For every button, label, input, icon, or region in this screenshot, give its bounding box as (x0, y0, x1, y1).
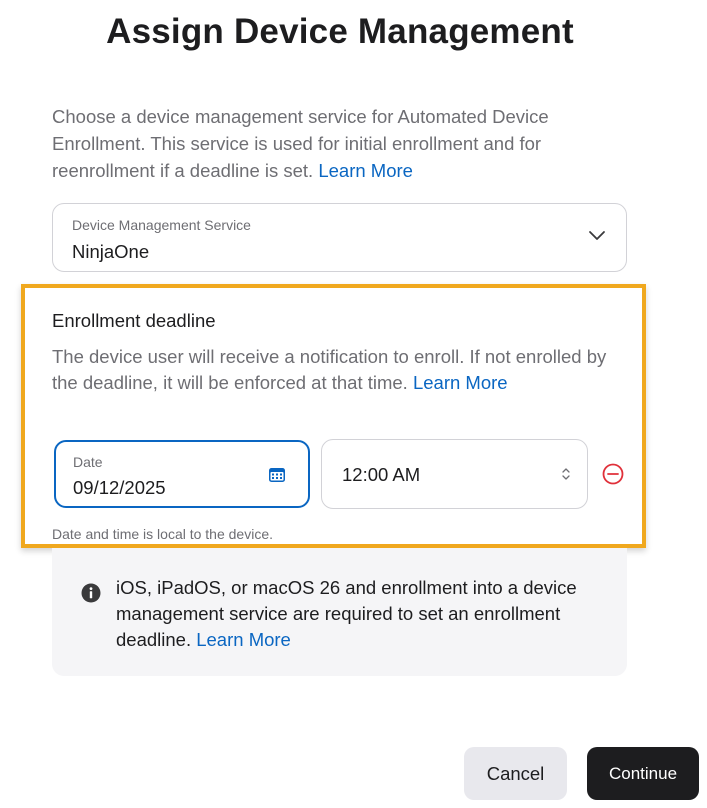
deadline-description-text: The device user will receive a notificat… (52, 346, 607, 393)
chevron-up-down-icon (562, 468, 570, 480)
date-field[interactable]: Date 09/12/2025 (54, 440, 310, 508)
info-text: iOS, iPadOS, or macOS 26 and enrollment … (116, 575, 606, 653)
continue-button[interactable]: Continue (587, 747, 699, 800)
device-management-service-select[interactable]: Device Management Service NinjaOne (52, 203, 627, 272)
date-field-label: Date (73, 454, 103, 470)
deadline-learn-more-link[interactable]: Learn More (413, 372, 508, 393)
enrollment-deadline-section: Enrollment deadline The device user will… (21, 284, 646, 548)
service-select-value: NinjaOne (72, 241, 150, 262)
cancel-button[interactable]: Cancel (464, 747, 567, 800)
time-select[interactable]: 12:00 AM (321, 439, 588, 509)
intro-text: Choose a device management service for A… (52, 103, 632, 184)
time-select-value: 12:00 AM (342, 464, 421, 485)
chevron-down-icon (589, 231, 605, 240)
enrollment-deadline-description: The device user will receive a notificat… (52, 344, 622, 396)
remove-deadline-icon[interactable] (602, 463, 624, 485)
enrollment-deadline-title: Enrollment deadline (52, 310, 216, 331)
intro-learn-more-link[interactable]: Learn More (318, 160, 413, 181)
info-icon (81, 583, 101, 603)
deadline-footnote: Date and time is local to the device. (52, 526, 274, 542)
calendar-icon[interactable] (268, 467, 286, 483)
info-learn-more-link[interactable]: Learn More (196, 629, 291, 650)
page-title: Assign Device Management (106, 12, 574, 51)
intro-description: Choose a device management service for A… (52, 106, 549, 181)
info-notice: iOS, iPadOS, or macOS 26 and enrollment … (52, 548, 627, 676)
date-field-value: 09/12/2025 (73, 477, 166, 498)
info-description: iOS, iPadOS, or macOS 26 and enrollment … (116, 577, 577, 650)
service-select-label: Device Management Service (72, 217, 251, 233)
